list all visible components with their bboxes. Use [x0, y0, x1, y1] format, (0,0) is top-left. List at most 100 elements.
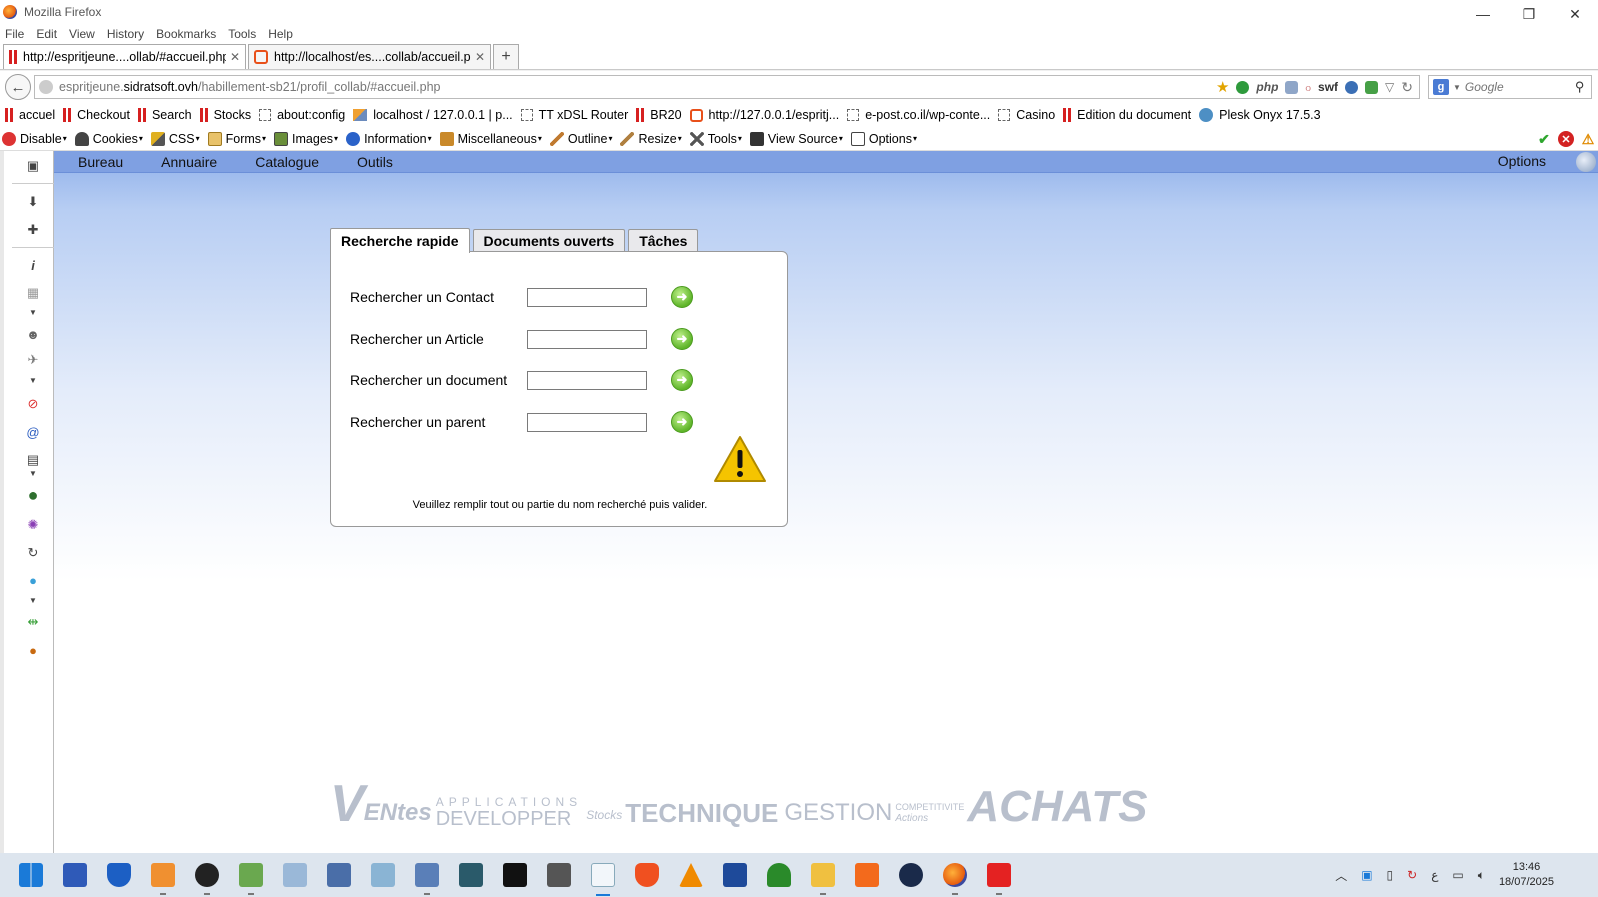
snipping-tool-icon[interactable] [591, 863, 615, 896]
bookmark-item[interactable]: BR20 [636, 108, 682, 122]
search-icon[interactable]: ⚲ [1575, 79, 1585, 95]
chevron-down-icon[interactable]: ▼ [24, 303, 42, 321]
check-icon[interactable]: ✔ [1536, 131, 1552, 147]
media-player-icon[interactable] [151, 863, 175, 895]
menu-edit[interactable]: Edit [36, 27, 57, 41]
chevron-down-icon[interactable]: ▼ [24, 464, 42, 482]
go-arrow-button[interactable]: ➜ [671, 328, 693, 350]
wd-tools-menu[interactable]: Tools ▾ [689, 131, 742, 146]
bookmark-item[interactable]: Casino [998, 108, 1055, 122]
globe-icon[interactable] [1576, 152, 1596, 172]
menu-history[interactable]: History [107, 27, 144, 41]
url-text[interactable]: espritjeune.sidratsoft.ovh/habillement-s… [59, 80, 1216, 94]
red-app-icon[interactable] [987, 863, 1011, 895]
moon-icon[interactable] [1345, 80, 1359, 94]
store-icon[interactable] [63, 863, 87, 887]
security-shield-icon[interactable] [107, 863, 131, 887]
bookmark-item[interactable]: e-post.co.il/wp-conte... [847, 108, 990, 122]
app-menu-options[interactable]: Options [1498, 153, 1546, 169]
bookmark-item[interactable]: Checkout [63, 108, 130, 122]
browser-tab-2[interactable]: http://localhost/es....collab/accueil.ph… [248, 44, 491, 69]
tree-icon[interactable] [767, 863, 791, 887]
chevron-down-icon[interactable]: ▼ [24, 591, 42, 609]
google-icon[interactable]: g [1433, 79, 1449, 95]
xampp-icon[interactable] [855, 863, 879, 887]
go-arrow-button[interactable]: ➜ [671, 369, 693, 391]
wd-view-source-menu[interactable]: View Source ▾ [749, 131, 843, 146]
wd-information-menu[interactable]: Information ▾ [346, 131, 432, 146]
file-explorer-icon[interactable] [811, 863, 835, 895]
info-icon[interactable]: i [24, 256, 42, 274]
taskbar-clock[interactable]: 13:46 18/07/2025 [1499, 860, 1554, 890]
chevron-down-icon[interactable]: ▼ [24, 371, 42, 389]
download-arrow-icon[interactable]: ⬇ [24, 193, 42, 211]
bird-icon[interactable]: ✈ [24, 351, 42, 369]
search-document-input[interactable] [527, 370, 647, 390]
search-input[interactable] [1464, 80, 1575, 94]
app-menu-outils[interactable]: Outils [357, 154, 393, 170]
monitor-app-icon[interactable] [415, 863, 439, 895]
calculator-icon[interactable] [547, 863, 571, 887]
tab-recherche-rapide[interactable]: Recherche rapide [330, 228, 470, 253]
wd-images-menu[interactable]: Images ▾ [274, 131, 338, 146]
plug-icon[interactable]: ⇹ [24, 613, 42, 631]
close-tab-icon[interactable]: ✕ [230, 50, 240, 64]
close-tab-icon[interactable]: ✕ [475, 50, 485, 64]
page-info-icon[interactable] [1285, 80, 1299, 94]
wd-css-menu[interactable]: CSS ▾ [150, 131, 200, 146]
notepad-icon[interactable] [239, 863, 263, 895]
wd-options-menu[interactable]: Options ▾ [850, 131, 917, 146]
error-icon[interactable]: ✕ [1558, 131, 1574, 147]
bookmark-item[interactable]: Stocks [199, 108, 251, 122]
menu-file[interactable]: File [5, 27, 24, 41]
search-article-input[interactable] [527, 329, 647, 349]
menu-view[interactable]: View [69, 27, 95, 41]
browser-tab-1[interactable]: http://espritjeune....ollab/#accueil.php… [3, 44, 246, 69]
bookmark-star-icon[interactable]: ★ [1216, 78, 1229, 96]
reload-icon[interactable]: ↻ [1401, 79, 1413, 96]
wd-miscellaneous-menu[interactable]: Miscellaneous ▾ [439, 131, 542, 146]
warning-icon[interactable]: ⚠ [1580, 131, 1596, 147]
network-icon[interactable]: ▭ [1452, 868, 1463, 882]
skull-icon[interactable]: ☻ [24, 325, 42, 343]
app-menu-annuaire[interactable]: Annuaire [161, 154, 217, 170]
bookmark-item[interactable]: localhost / 127.0.0.1 | p... [353, 108, 513, 122]
site-identity-icon[interactable] [39, 80, 53, 94]
bookmark-item[interactable]: accuel [5, 108, 55, 122]
wd-forms-menu[interactable]: Forms ▾ [207, 131, 266, 146]
bookmark-item[interactable]: TT xDSL Router [520, 108, 628, 122]
chevron-up-icon[interactable]: ︿ [1335, 867, 1347, 884]
dropdown-arrow-icon[interactable]: ▽ [1385, 80, 1394, 94]
tab-taches[interactable]: Tâches [628, 229, 699, 252]
g-addon-icon[interactable] [1236, 80, 1250, 94]
bookmark-item[interactable]: http://127.0.0.1/espritj... [689, 108, 839, 122]
vlc-icon[interactable] [679, 863, 703, 887]
search-parent-input[interactable] [527, 412, 647, 432]
bookmark-item[interactable]: Search [137, 108, 192, 122]
bookmark-item[interactable]: about:config [259, 108, 345, 122]
search-engine-dropdown-icon[interactable]: ▼ [1453, 83, 1461, 92]
bookmark-item[interactable]: Plesk Onyx 17.5.3 [1199, 108, 1321, 122]
camera-icon[interactable] [899, 863, 923, 887]
refresh-circle-icon[interactable]: ↻ [24, 544, 42, 562]
battery-icon[interactable]: ▯ [1387, 868, 1394, 882]
search-contact-input[interactable] [527, 287, 647, 307]
tab-documents-ouverts[interactable]: Documents ouverts [472, 229, 626, 252]
wd-disable-menu[interactable]: Disable ▾ [2, 131, 67, 146]
start-windows-icon[interactable] [19, 863, 43, 887]
chart-app-icon[interactable] [283, 863, 307, 887]
virus-icon[interactable]: ✺ [24, 516, 42, 534]
firefox-taskbar-icon[interactable] [943, 863, 967, 895]
wd-cookies-menu[interactable]: Cookies ▾ [74, 131, 143, 146]
menu-tools[interactable]: Tools [228, 27, 256, 41]
url-bar[interactable]: espritjeune.sidratsoft.ovh/habillement-s… [34, 75, 1420, 99]
search-bar[interactable]: g ▼ ⚲ [1428, 75, 1592, 99]
app-menu-bureau[interactable]: Bureau [78, 154, 123, 170]
bookmark-item[interactable]: Edition du document [1063, 108, 1191, 122]
brave-icon[interactable] [635, 863, 659, 887]
volume-icon[interactable]: 🔈︎ [1478, 868, 1485, 883]
puzzle-icon[interactable]: ✚ [24, 221, 42, 239]
play-icon[interactable] [195, 863, 219, 895]
firebug-icon[interactable]: ● [24, 641, 42, 659]
language-icon[interactable]: ع [1431, 868, 1438, 882]
